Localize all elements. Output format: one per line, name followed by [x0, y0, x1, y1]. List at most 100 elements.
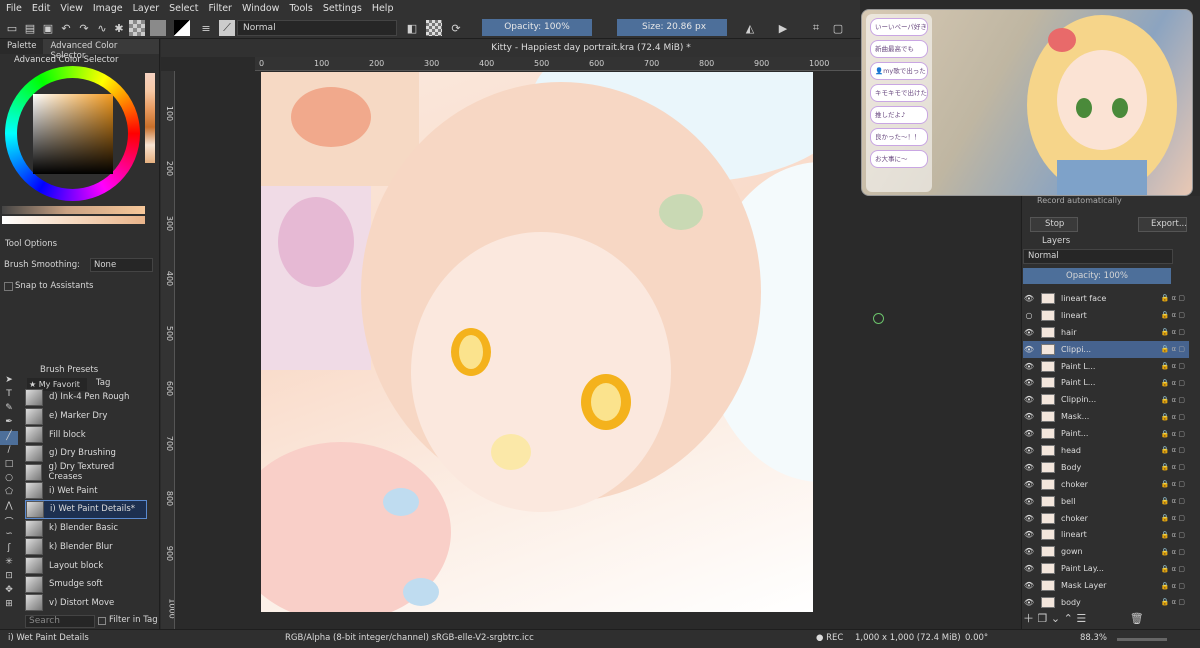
layer-row[interactable]: 👁 bell 🔒 α ▢ [1023, 493, 1189, 510]
layer-row[interactable]: 👁 lineart face 🔒 α ▢ [1023, 290, 1189, 307]
brush-preset-item[interactable]: Smudge soft [25, 575, 147, 594]
layer-row[interactable]: 👁 Mask Layer 🔒 α ▢ [1023, 577, 1189, 594]
layer-flags-icon[interactable]: 🔒 α ▢ [1153, 497, 1189, 505]
visibility-eye-icon[interactable]: 👁 [1023, 362, 1035, 371]
brush-search-input[interactable]: Search [25, 615, 95, 628]
layer-row[interactable]: 👁 Mask... 🔒 α ▢ [1023, 408, 1189, 425]
menu-filter[interactable]: Filter [208, 3, 232, 14]
layer-flags-icon[interactable]: 🔒 α ▢ [1153, 413, 1189, 421]
brush-tool-icon[interactable]: ╱ [0, 431, 18, 445]
line-tool-icon[interactable]: / [0, 445, 18, 459]
stop-recording-button[interactable]: Stop [1030, 217, 1078, 232]
bezier-tool-icon[interactable]: ⌒ [0, 515, 18, 529]
visibility-eye-icon[interactable]: 👁 [1023, 378, 1035, 387]
layer-row[interactable]: 👁 Body 🔒 α ▢ [1023, 459, 1189, 476]
fill-color-swatch[interactable] [150, 20, 166, 36]
rotation-status[interactable]: 0.00° [965, 633, 988, 643]
layer-flags-icon[interactable]: 🔒 α ▢ [1153, 379, 1189, 387]
brush-preset-item[interactable]: i) Wet Paint Details* [25, 500, 147, 519]
select-tool-icon[interactable]: ➤ [0, 375, 18, 389]
move-down-icon[interactable]: ⌄ [1051, 612, 1060, 625]
filter-in-tag-checkbox[interactable] [98, 617, 106, 625]
polygon-tool-icon[interactable]: ⬠ [0, 487, 18, 501]
shade-selector-2[interactable] [2, 216, 145, 224]
layer-row[interactable]: 👁 head 🔒 α ▢ [1023, 442, 1189, 459]
brush-settings-icon[interactable]: ≡ [198, 20, 214, 36]
zoom-status[interactable]: 88.3% [1080, 633, 1107, 643]
gradient-icon[interactable]: ∿ [94, 20, 110, 36]
brush-preset-item[interactable]: Layout block [25, 556, 147, 575]
recent-colors-strip[interactable] [145, 73, 155, 163]
layer-row[interactable]: 👁 choker 🔒 α ▢ [1023, 476, 1189, 493]
layer-flags-icon[interactable]: 🔒 α ▢ [1153, 514, 1189, 522]
visibility-eye-icon[interactable]: 👁 [1023, 547, 1035, 556]
layer-flags-icon[interactable]: 🔒 α ▢ [1153, 396, 1189, 404]
layer-flags-icon[interactable]: 🔒 α ▢ [1153, 311, 1189, 319]
move-up-icon[interactable]: ⌃ [1064, 612, 1073, 625]
shade-selector-1[interactable] [2, 206, 145, 214]
multibrush-icon[interactable]: ✳ [0, 557, 18, 571]
window-icon[interactable]: ▢ [830, 20, 846, 36]
add-layer-icon[interactable]: ＋ [1023, 612, 1034, 625]
layer-flags-icon[interactable]: 🔒 α ▢ [1153, 362, 1189, 370]
layer-row[interactable]: 👁 Paint L... 🔒 α ▢ [1023, 374, 1189, 391]
layer-row[interactable]: 👁 Paint Lay... 🔒 α ▢ [1023, 560, 1189, 577]
calligraphy-icon[interactable]: ✒ [0, 417, 18, 431]
layer-flags-icon[interactable]: 🔒 α ▢ [1153, 294, 1189, 302]
visibility-eye-icon[interactable]: 👁 [1023, 345, 1035, 354]
menu-settings[interactable]: Settings [323, 3, 362, 14]
foreground-background-icon[interactable] [174, 20, 190, 36]
layer-flags-icon[interactable]: 🔒 α ▢ [1153, 598, 1189, 606]
new-document-icon[interactable]: ▭ [4, 20, 20, 36]
brush-preset-icon[interactable]: ⟋ [219, 20, 235, 36]
menu-image[interactable]: Image [93, 3, 123, 14]
reload-preset-icon[interactable]: ⟳ [448, 20, 464, 36]
layer-row[interactable]: 👁 Clippin... 🔒 α ▢ [1023, 391, 1189, 408]
open-icon[interactable]: ▤ [22, 20, 38, 36]
visibility-eye-icon[interactable]: ○ [1023, 311, 1035, 320]
layer-blend-select[interactable]: Normal [1023, 249, 1173, 264]
visibility-eye-icon[interactable]: 👁 [1023, 497, 1035, 506]
brush-preset-item[interactable]: g) Dry Brushing [25, 444, 147, 463]
menu-tools[interactable]: Tools [289, 3, 312, 14]
visibility-eye-icon[interactable]: 👁 [1023, 480, 1035, 489]
artwork-canvas[interactable] [261, 72, 813, 612]
tab-palette[interactable]: Palette [0, 39, 43, 54]
visibility-eye-icon[interactable]: 👁 [1023, 429, 1035, 438]
layer-row[interactable]: 👁 lineart 🔒 α ▢ [1023, 526, 1189, 543]
layer-flags-icon[interactable]: 🔒 α ▢ [1153, 430, 1189, 438]
menu-file[interactable]: File [6, 3, 22, 14]
size-slider[interactable]: Size: 20.86 px [617, 19, 727, 36]
snap-checkbox[interactable] [4, 282, 13, 291]
duplicate-layer-icon[interactable]: ❐ [1038, 612, 1048, 625]
visibility-eye-icon[interactable]: 👁 [1023, 446, 1035, 455]
tag-button[interactable]: Tag [96, 378, 110, 388]
delete-layer-icon[interactable]: 🗑 [1130, 612, 1144, 625]
tab-advanced-color-selector[interactable]: Advanced Color Selector [43, 39, 159, 61]
layer-flags-icon[interactable]: 🔒 α ▢ [1153, 548, 1189, 556]
magic-wand-icon[interactable]: ✱ [111, 20, 127, 36]
visibility-eye-icon[interactable]: 👁 [1023, 463, 1035, 472]
visibility-eye-icon[interactable]: 👁 [1023, 294, 1035, 303]
menu-view[interactable]: View [60, 3, 83, 14]
blend-mode-select[interactable]: Normal [237, 20, 397, 36]
menu-select[interactable]: Select [169, 3, 198, 14]
freehand-path-icon[interactable]: ∽ [0, 529, 18, 543]
export-button[interactable]: Export... [1138, 217, 1187, 232]
opacity-slider[interactable]: Opacity: 100% [482, 19, 592, 36]
polyline-tool-icon[interactable]: ⋀ [0, 501, 18, 515]
color-square[interactable] [33, 94, 113, 174]
transform-tool-icon[interactable]: ⊞ [0, 599, 18, 613]
mirror-horizontal-icon[interactable]: ◭ [742, 20, 758, 36]
visibility-eye-icon[interactable]: 👁 [1023, 395, 1035, 404]
layer-row[interactable]: ○ lineart 🔒 α ▢ [1023, 307, 1189, 324]
redo-icon[interactable]: ↷ [76, 20, 92, 36]
crop-icon[interactable]: ⌗ [808, 20, 824, 36]
layer-row[interactable]: 👁 Paint... 🔒 α ▢ [1023, 425, 1189, 442]
layer-flags-icon[interactable]: 🔒 α ▢ [1153, 446, 1189, 454]
text-tool-icon[interactable]: T [0, 389, 18, 403]
menu-window[interactable]: Window [242, 3, 279, 14]
layer-flags-icon[interactable]: 🔒 α ▢ [1153, 531, 1189, 539]
save-icon[interactable]: ▣ [40, 20, 56, 36]
layer-row[interactable]: 👁 choker 🔒 α ▢ [1023, 510, 1189, 527]
